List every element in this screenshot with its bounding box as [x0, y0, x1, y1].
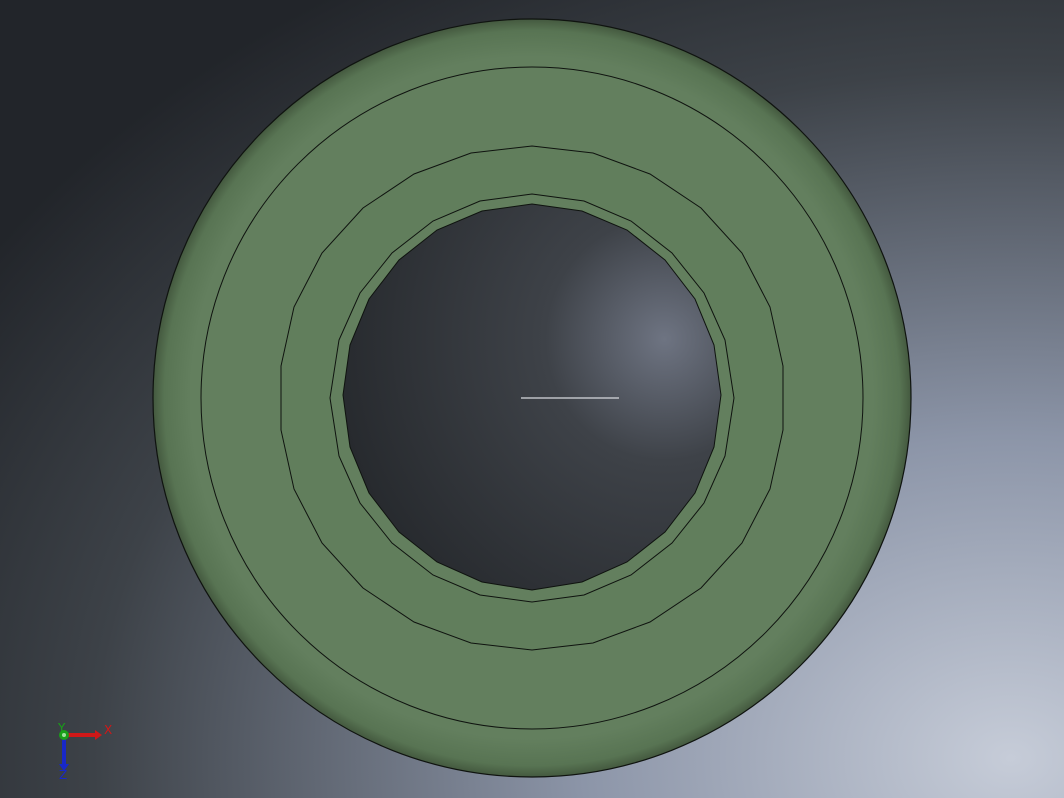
y-axis-label: Y	[57, 721, 66, 735]
bore-hole[interactable]	[342, 203, 722, 591]
viewport-canvas[interactable]: X Y Z	[0, 0, 1064, 798]
z-axis-label: Z	[59, 768, 67, 782]
graphics-viewport[interactable]: X Y Z	[0, 0, 1064, 798]
ring-part[interactable]	[152, 18, 912, 778]
x-axis-label: X	[104, 723, 112, 737]
